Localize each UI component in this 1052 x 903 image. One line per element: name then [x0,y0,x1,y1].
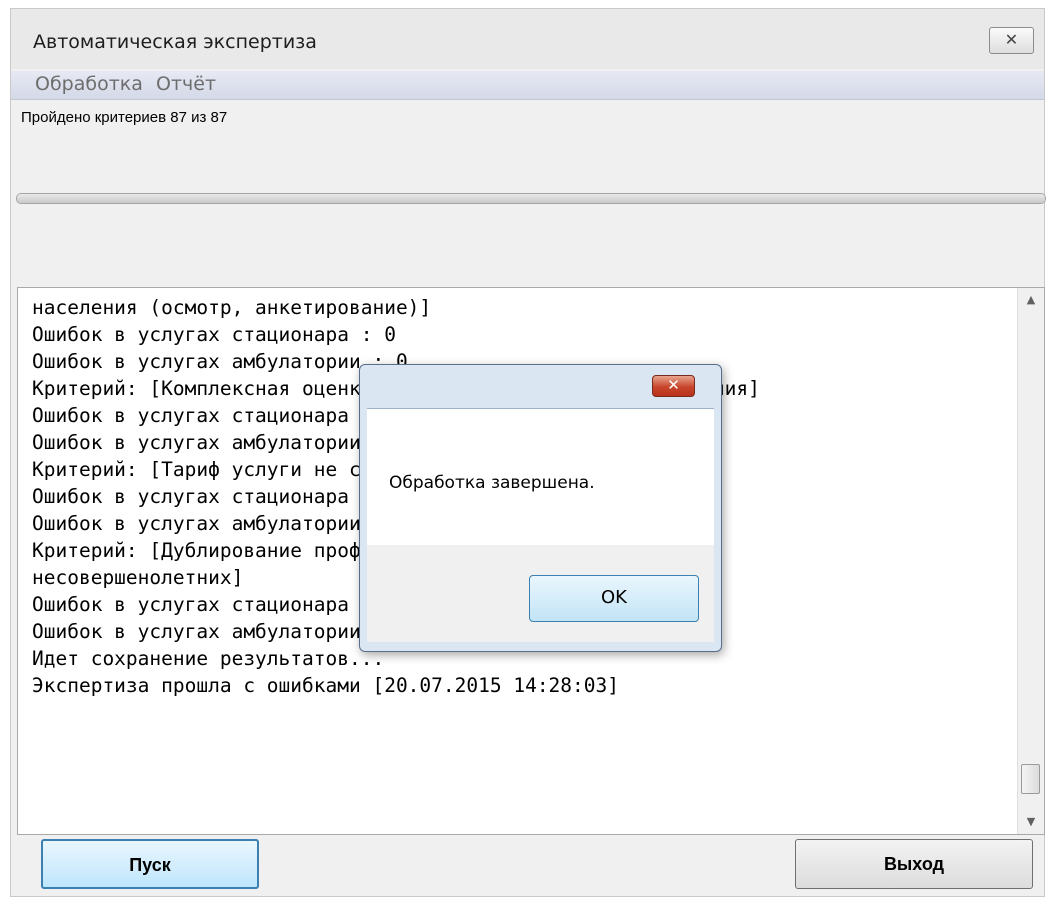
menu-processing[interactable]: Обработка [35,73,143,95]
message-close-button[interactable]: ✕ [652,375,695,397]
status-panel: Пройдено критериев 87 из 87 [11,101,1046,287]
progress-fill [17,194,1045,203]
exit-button[interactable]: Выход [795,839,1033,889]
message-body: Обработка завершена. [367,408,714,546]
scroll-down-icon[interactable]: ▼ [1018,810,1044,834]
message-box: ✕ Обработка завершена. OK [359,364,722,652]
criteria-status: Пройдено критериев 87 из 87 [21,109,228,126]
menu-report[interactable]: Отчёт [156,73,216,95]
log-line: населения (осмотр, анкетирование)] [32,296,432,319]
log-line: Экспертиза прошла с ошибками [20.07.2015… [32,674,619,697]
message-footer: OK [367,545,714,642]
window-title: Автоматическая экспертиза [33,31,317,53]
ok-button[interactable]: OK [529,575,699,622]
close-icon: ✕ [1004,30,1019,49]
scroll-thumb[interactable] [1021,764,1040,794]
progress-bar [16,193,1046,204]
title-bar: Автоматическая экспертиза ✕ [11,9,1044,69]
close-icon: ✕ [667,376,680,394]
window-close-button[interactable]: ✕ [989,27,1034,54]
vertical-scrollbar[interactable]: ▲ ▼ [1017,288,1044,834]
message-text: Обработка завершена. [389,473,595,493]
menu-bar: Обработка Отчёт [11,71,1044,100]
scroll-up-icon[interactable]: ▲ [1018,288,1044,312]
log-line: Ошибок в услугах стационара : 0 [32,323,396,346]
start-button[interactable]: Пуск [41,839,259,889]
